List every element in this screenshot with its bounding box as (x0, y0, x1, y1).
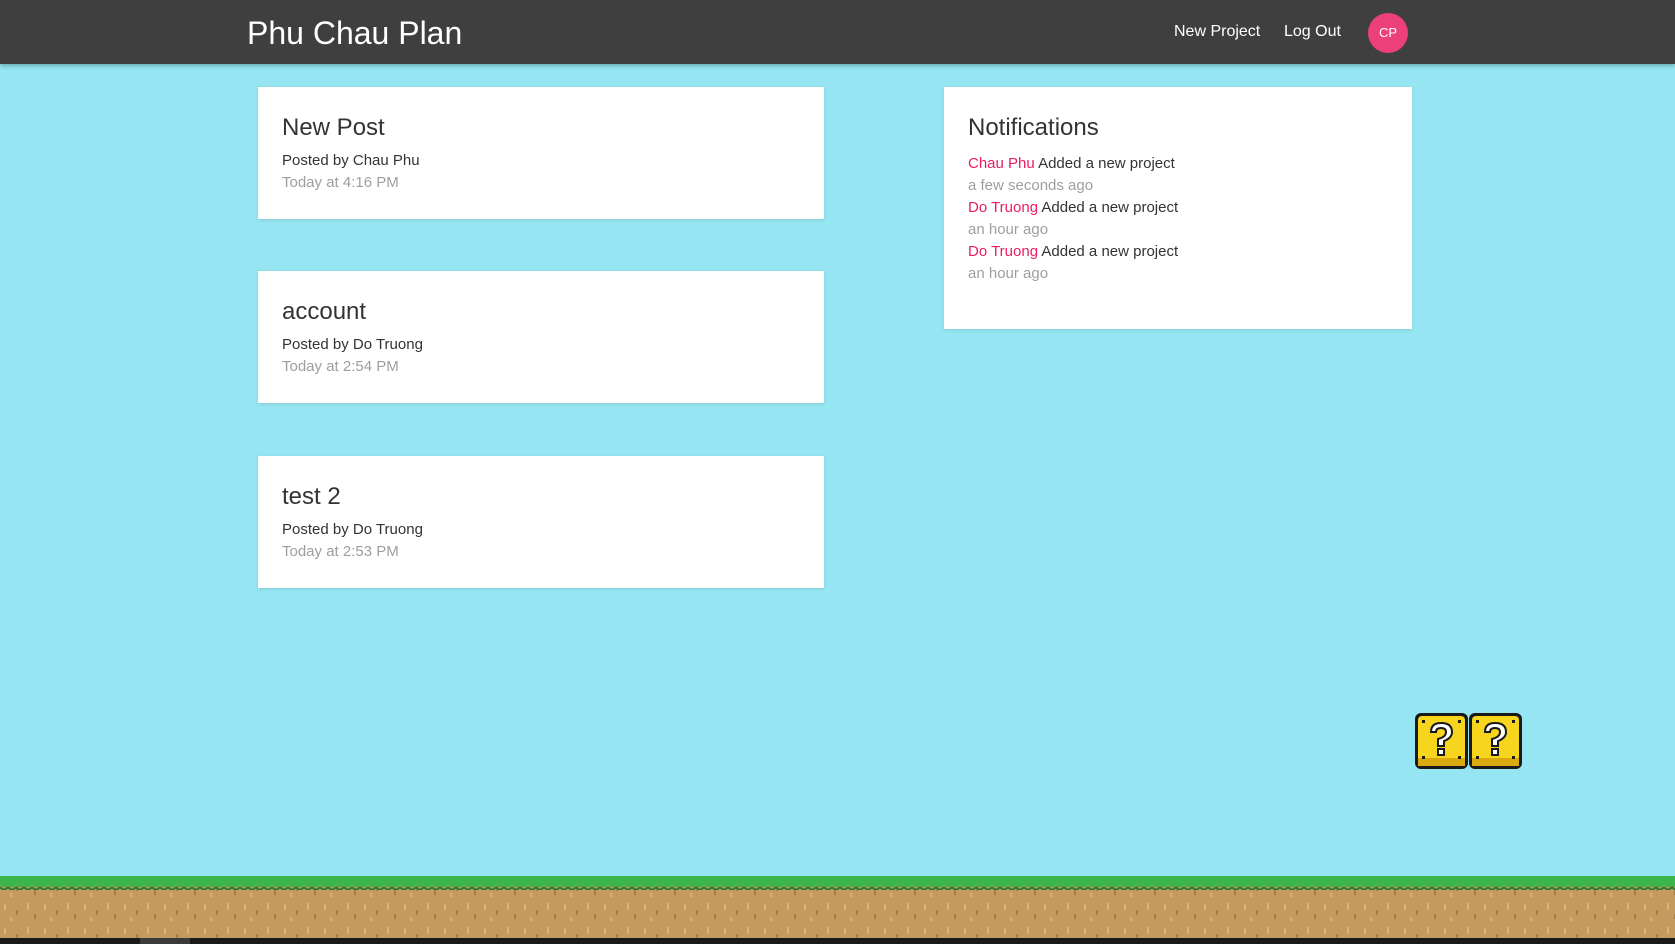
notifications-title: Notifications (968, 114, 1099, 141)
post-card[interactable]: New Post Posted by Chau Phu Today at 4:1… (258, 87, 824, 219)
notification-action: Added a new project (1038, 155, 1175, 172)
grass-ground (0, 876, 1675, 944)
post-title[interactable]: test 2 (282, 482, 800, 512)
notification-user-link[interactable]: Do Truong (968, 243, 1038, 260)
notification-item: Do Truong Added a new project (968, 241, 1388, 263)
notifications-panel: Notifications Chau Phu Added a new proje… (944, 87, 1412, 329)
notification-time: an hour ago (968, 221, 1049, 238)
brand-title[interactable]: Phu Chau Plan (247, 14, 462, 52)
question-block-icon (1415, 713, 1468, 769)
question-blocks-icon (1415, 713, 1522, 769)
post-author: Posted by Do Truong (282, 336, 423, 353)
post-title[interactable]: account (282, 297, 800, 327)
question-block-icon (1469, 713, 1522, 769)
notification-item: Do Truong Added a new project (968, 197, 1388, 219)
post-card[interactable]: account Posted by Do Truong Today at 2:5… (258, 271, 824, 403)
post-time: Today at 2:54 PM (282, 358, 399, 375)
notification-item: Chau Phu Added a new project (968, 153, 1388, 175)
notification-user-link[interactable]: Chau Phu (968, 155, 1035, 172)
notification-time: a few seconds ago (968, 177, 1094, 194)
post-card[interactable]: test 2 Posted by Do Truong Today at 2:53… (258, 456, 824, 588)
top-navbar: Phu Chau Plan New Project Log Out CP (0, 0, 1675, 64)
post-time: Today at 4:16 PM (282, 174, 399, 191)
post-title[interactable]: New Post (282, 113, 800, 143)
notification-user-link[interactable]: Do Truong (968, 199, 1038, 216)
notification-action: Added a new project (1041, 243, 1179, 260)
notification-time: an hour ago (968, 265, 1049, 282)
logout-link[interactable]: Log Out (1284, 22, 1341, 42)
new-project-link[interactable]: New Project (1174, 22, 1260, 42)
post-author: Posted by Chau Phu (282, 152, 420, 169)
post-time: Today at 2:53 PM (282, 543, 399, 560)
notification-action: Added a new project (1041, 199, 1179, 216)
post-author: Posted by Do Truong (282, 521, 423, 538)
user-avatar[interactable]: CP (1368, 13, 1408, 53)
